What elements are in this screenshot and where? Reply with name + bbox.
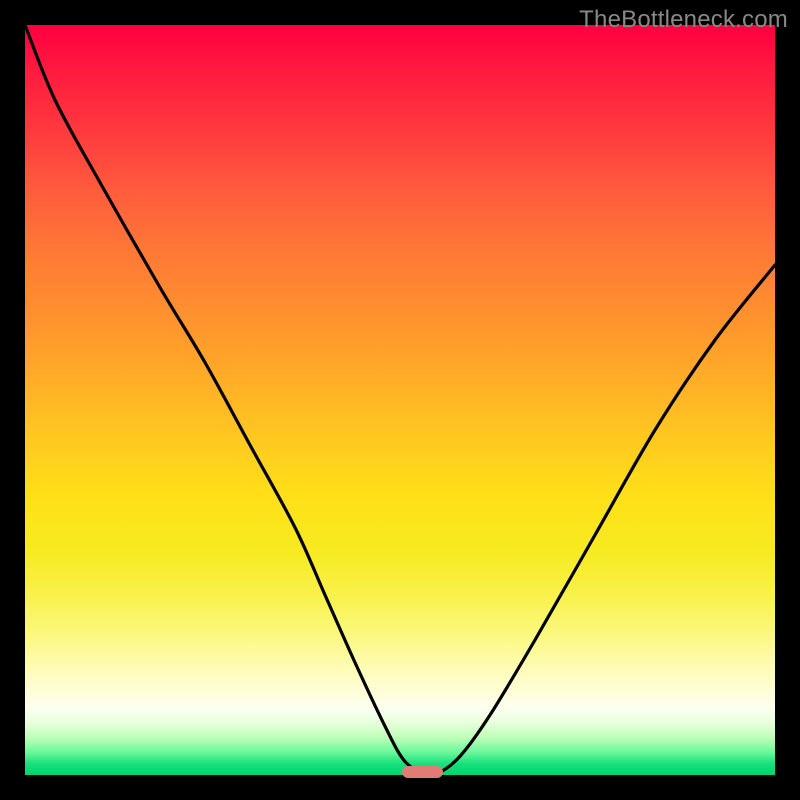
optimal-marker — [402, 766, 443, 778]
watermark-text: TheBottleneck.com — [579, 6, 788, 34]
plot-area — [25, 25, 775, 775]
curve-svg — [25, 25, 775, 775]
bottleneck-curve — [25, 25, 775, 775]
chart-container: TheBottleneck.com — [0, 0, 800, 800]
